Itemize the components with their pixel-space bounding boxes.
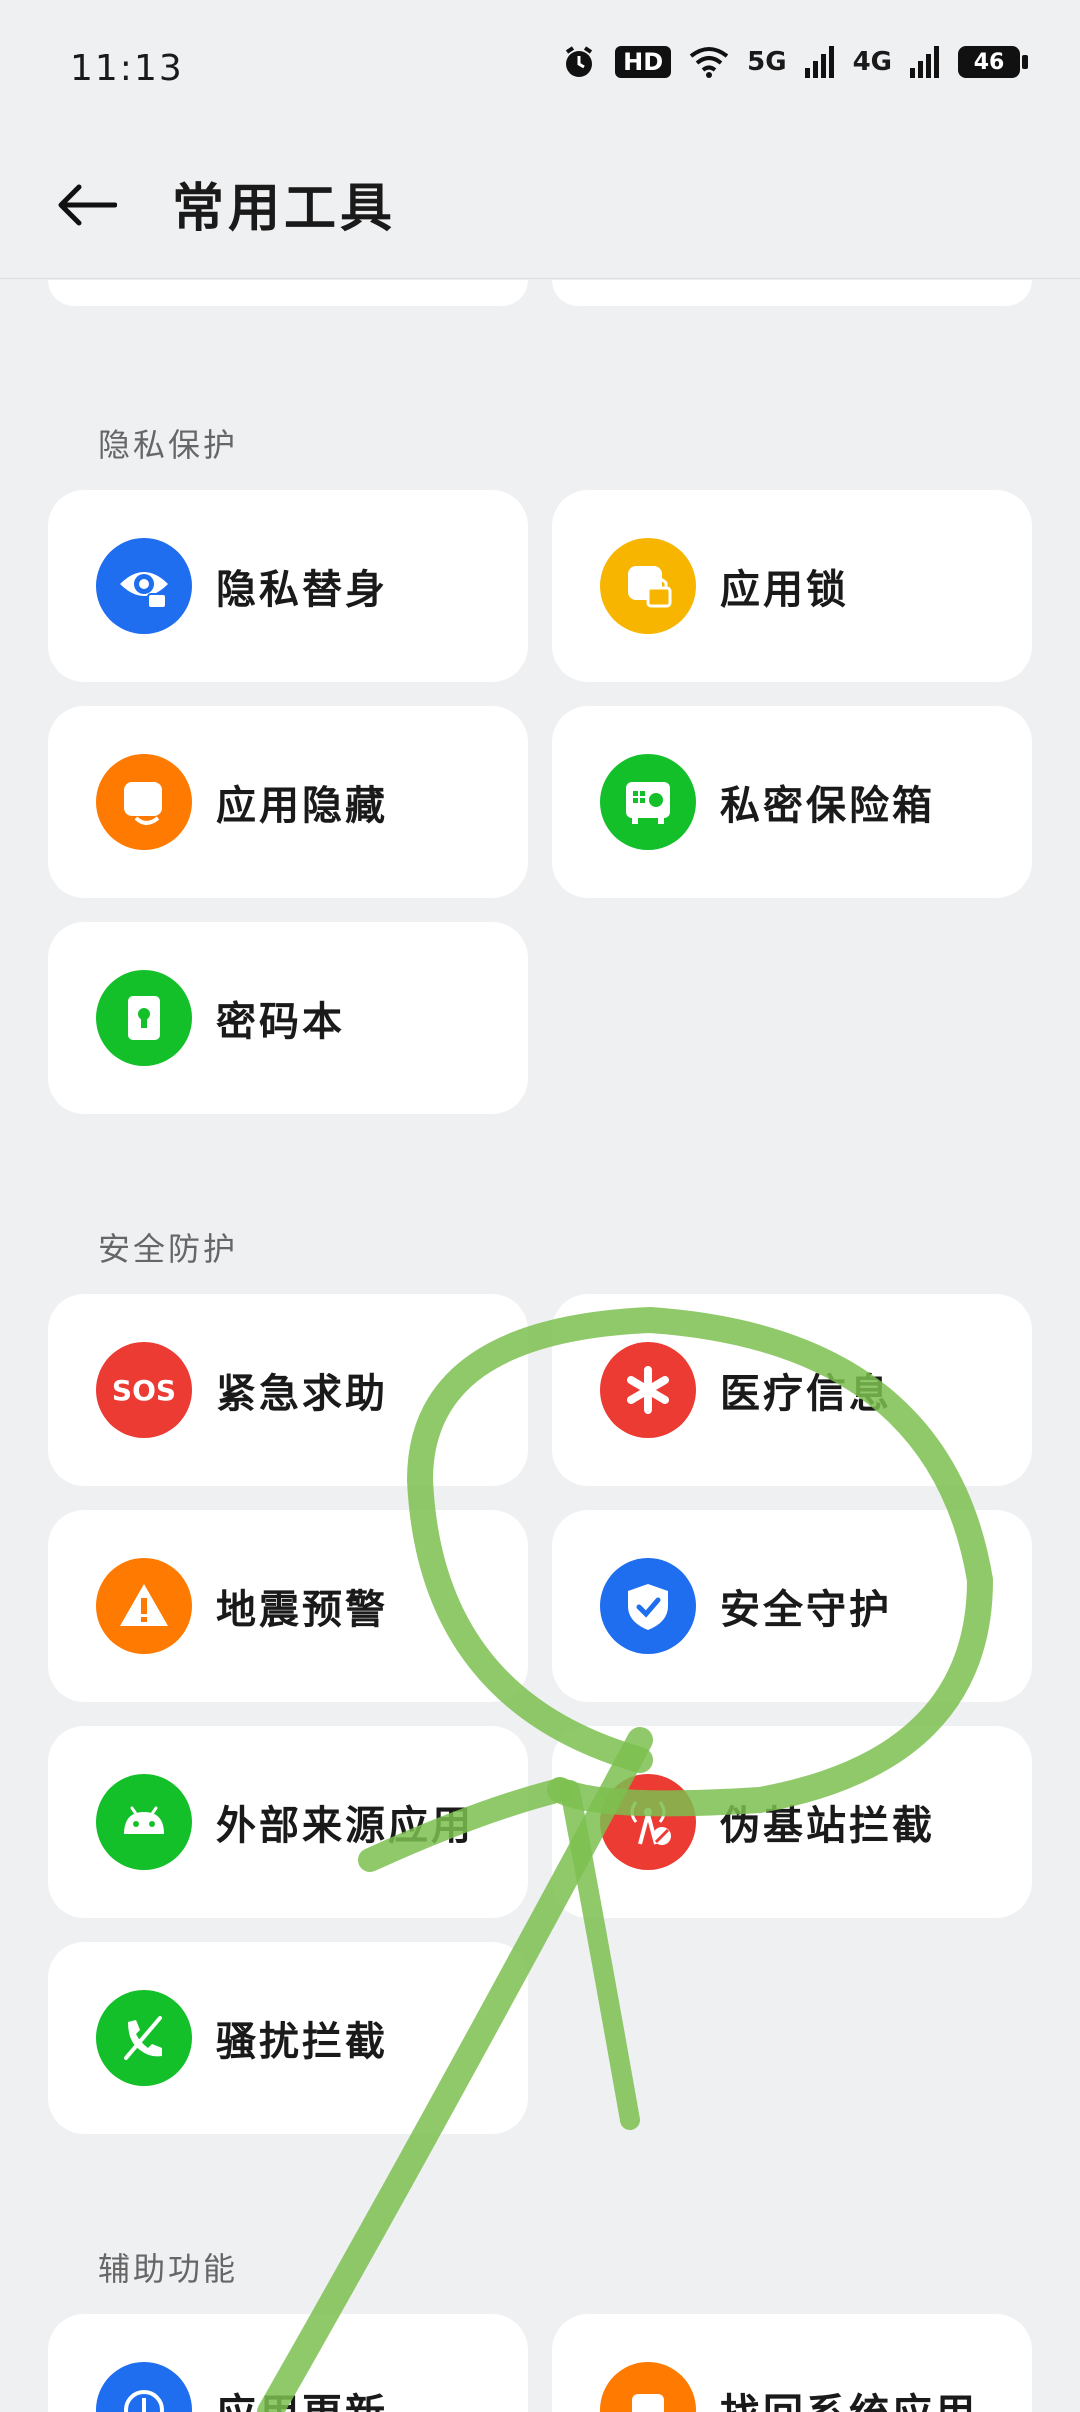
card-label: 地震预警 [216,1587,388,1633]
status-bar: 11:13 HD 5G 4G 46 [0,0,1080,140]
safety-guard-card[interactable]: 安全守护 [552,1510,1032,1702]
tool-list[interactable]: 隐私保护 隐私替身 应用锁 应用隐藏 私密保险箱 密码本 安全防护 SOS 紧急… [0,280,1080,2412]
app-bar: 常用工具 [0,140,1080,279]
card-label: 密码本 [216,999,345,1045]
privacy-clone-card[interactable]: 隐私替身 [48,490,528,682]
battery-icon: 46 [958,46,1028,78]
sos-icon-text: SOS [111,1373,177,1407]
asterisk-icon [600,1342,696,1438]
warning-icon [96,1558,192,1654]
earthquake-warning-card[interactable]: 地震预警 [48,1510,528,1702]
android-icon [96,1774,192,1870]
password-book-card[interactable]: 密码本 [48,922,528,1114]
shield-check-icon [600,1558,696,1654]
restore-icon [600,2362,696,2412]
sos-card[interactable]: SOS 紧急求助 [48,1294,528,1486]
card-label: 外部来源应用 [216,1803,474,1849]
section-title-accessibility: 辅助功能 [98,2250,239,2288]
signal-bars-icon [804,46,834,78]
card-label: 应用更新 [216,2381,388,2412]
fake-base-station-card[interactable]: 伪基站拦截 [552,1726,1032,1918]
medical-info-card[interactable]: 医疗信息 [552,1294,1032,1486]
card-label: 紧急求助 [216,1371,388,1417]
status-icons: HD 5G 4G 46 [561,44,1028,80]
signal-5g-label: 5G [747,47,787,77]
harassment-block-card[interactable]: 骚扰拦截 [48,1942,528,2134]
update-icon [96,2362,192,2412]
card-label: 找回系统应用 [720,2381,978,2412]
external-apps-card[interactable]: 外部来源应用 [48,1726,528,1918]
page-title: 常用工具 [172,179,397,239]
back-button[interactable] [52,170,122,240]
card-label: 隐私替身 [216,567,388,613]
eye-lock-icon [96,538,192,634]
sos-icon: SOS [96,1342,192,1438]
antenna-icon [600,1774,696,1870]
section-title-privacy: 隐私保护 [98,426,239,464]
card-label: 骚扰拦截 [216,2019,388,2065]
back-arrow-icon [58,184,117,226]
wifi-icon [689,47,729,78]
card-label: 应用隐藏 [216,783,388,829]
signal-4g-label: 4G [852,47,892,77]
app-hide-card[interactable]: 应用隐藏 [48,706,528,898]
hd-badge: HD [615,46,672,78]
alarm-icon [565,46,593,77]
lock-icon [600,538,696,634]
safe-icon [600,754,696,850]
private-safe-card[interactable]: 私密保险箱 [552,706,1032,898]
card-label: 私密保险箱 [720,783,935,829]
partial-card[interactable] [48,280,528,306]
signal-bars-icon [910,46,939,78]
recover-system-apps-card[interactable]: 找回系统应用 [552,2314,1032,2412]
card-label: 医疗信息 [720,1371,892,1417]
phone-block-icon [96,1990,192,2086]
battery-level: 46 [973,49,1005,75]
card-label: 应用锁 [720,567,849,613]
app-update-card[interactable]: 应用更新 [48,2314,528,2412]
partial-card[interactable] [552,280,1032,306]
card-label: 伪基站拦截 [720,1803,935,1849]
hide-app-icon [96,754,192,850]
card-label: 安全守护 [720,1587,892,1633]
keyhole-book-icon [96,970,192,1066]
section-title-security: 安全防护 [98,1230,239,1268]
status-time: 11:13 [70,48,184,89]
app-lock-card[interactable]: 应用锁 [552,490,1032,682]
